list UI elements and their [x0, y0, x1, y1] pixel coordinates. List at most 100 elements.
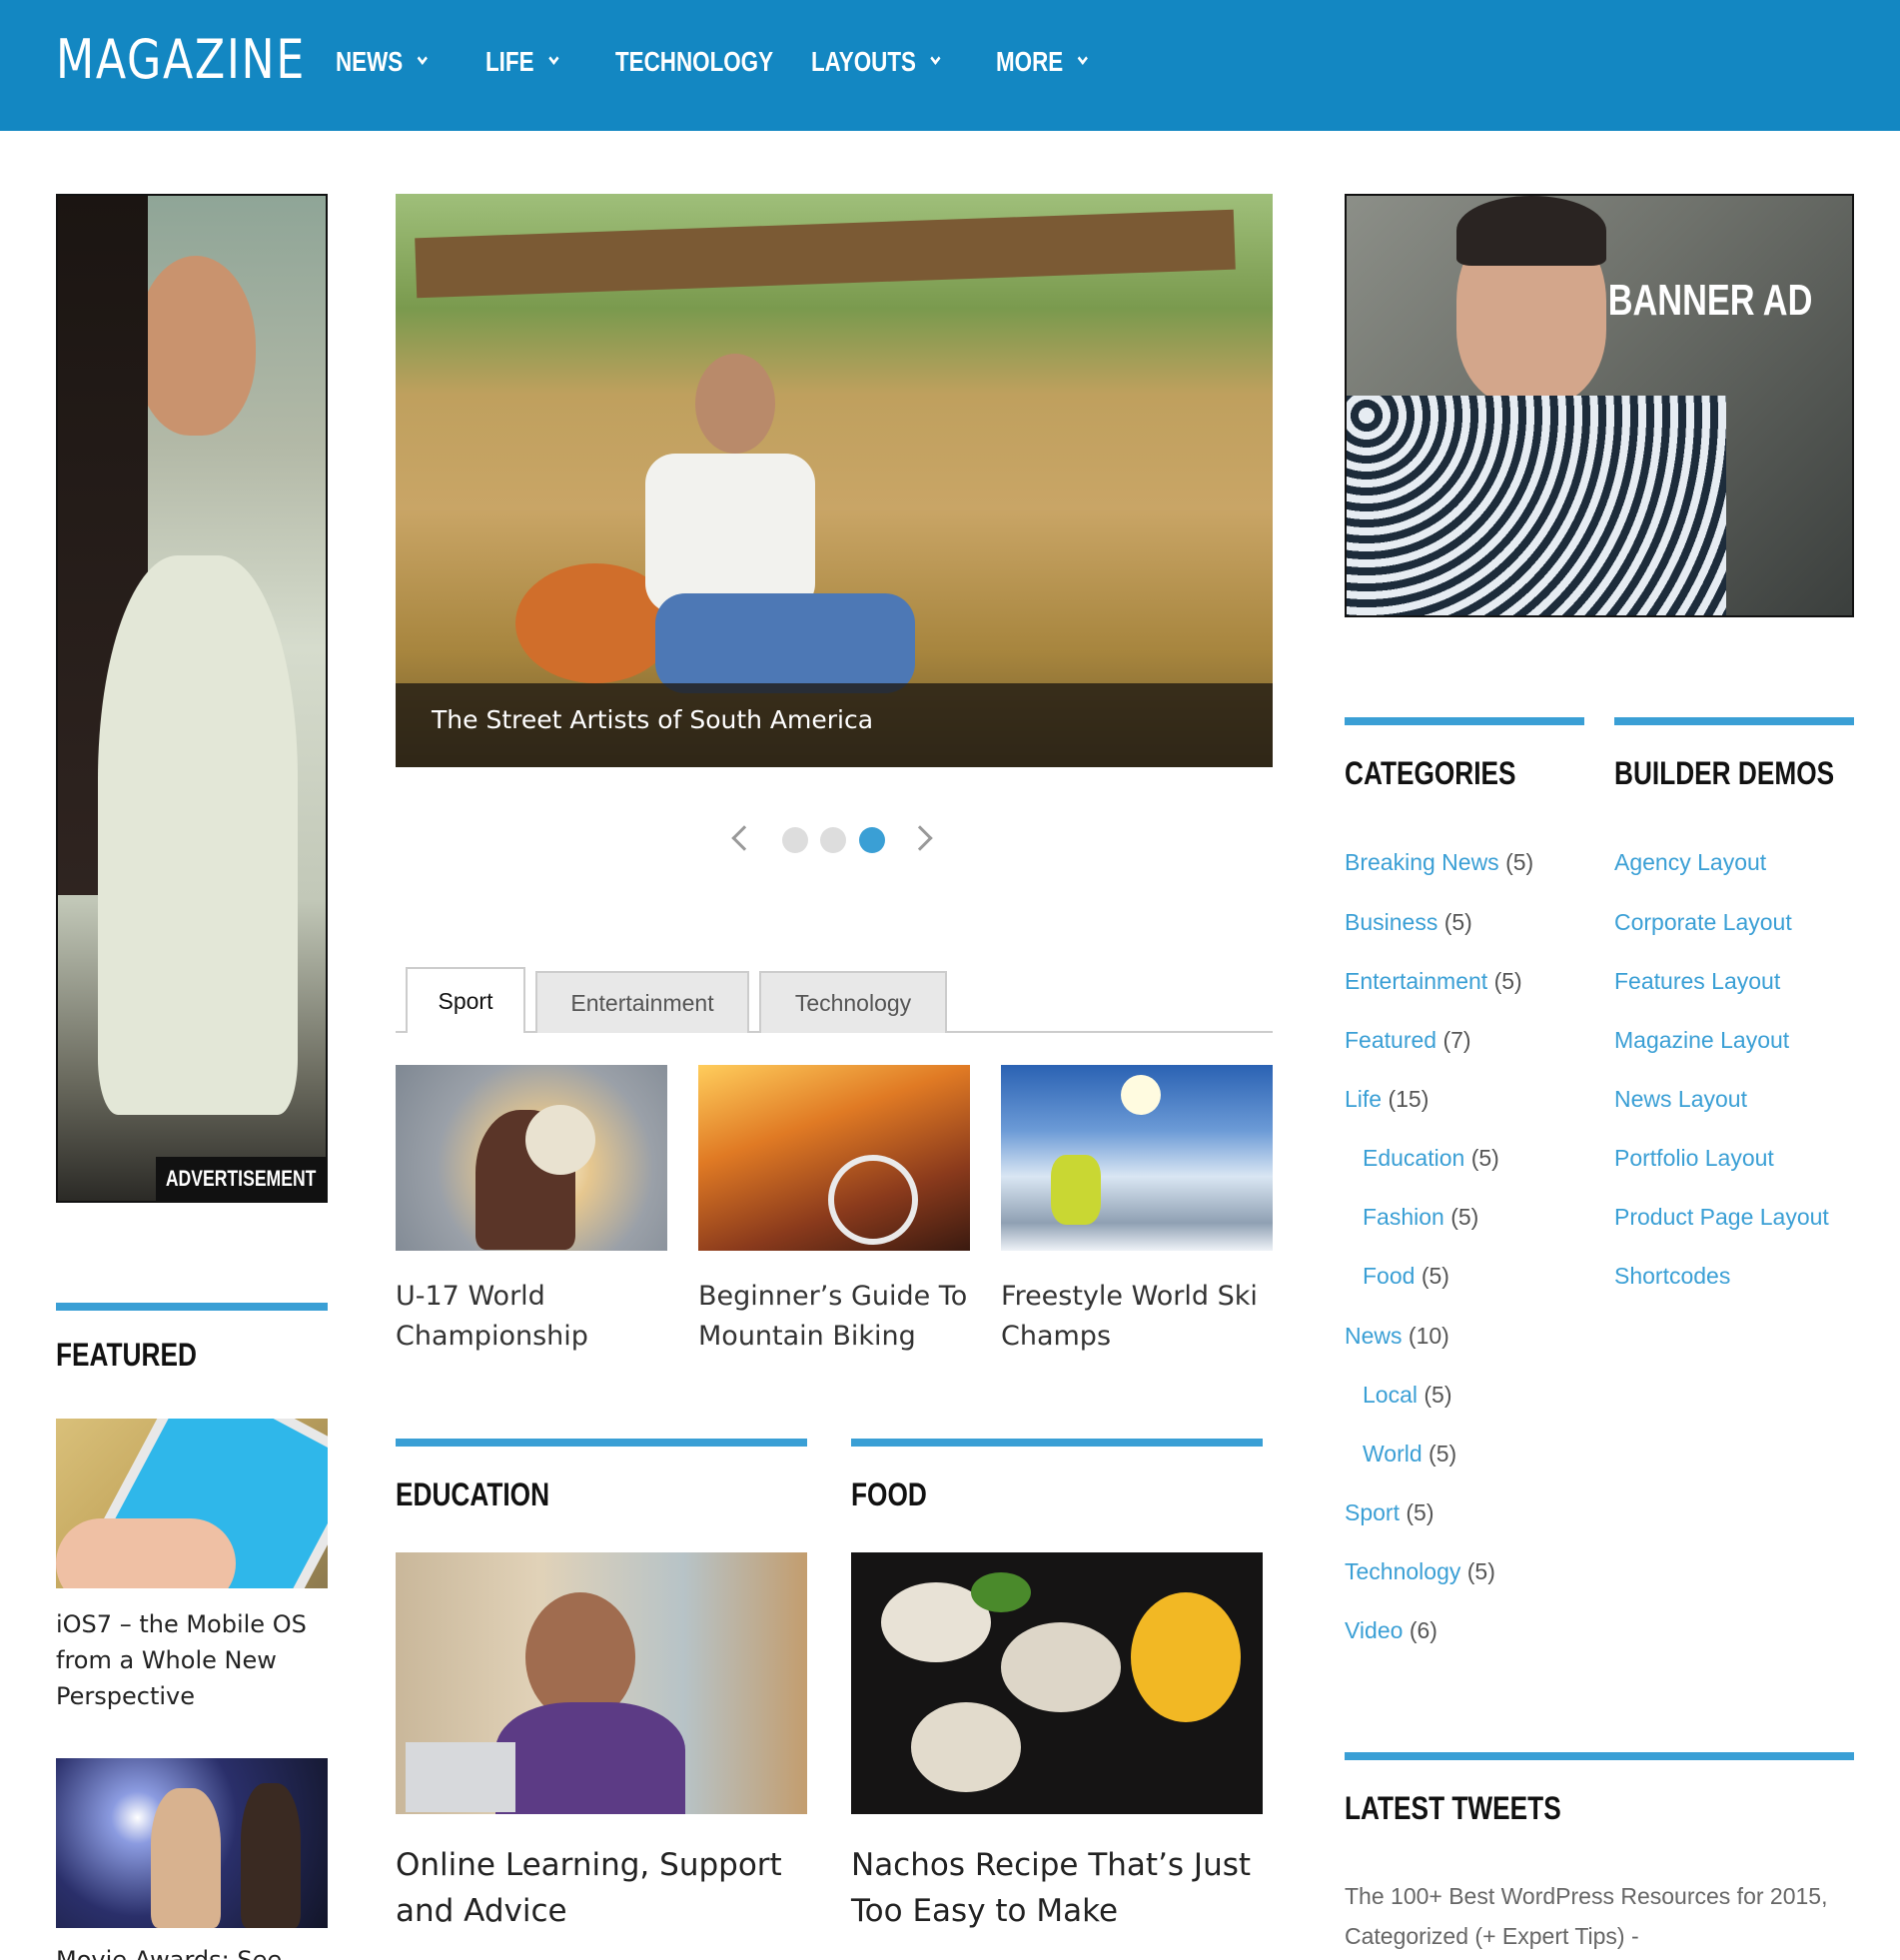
tab-technology[interactable]: Technology [759, 971, 947, 1033]
category-link[interactable]: Business [1345, 909, 1437, 935]
category-item: News (10) [1345, 1323, 1449, 1350]
category-count: (5) [1493, 968, 1522, 994]
tab-post-title[interactable]: U-17 World Championship [396, 1277, 667, 1357]
hero-slider[interactable]: The Street Artists of South America [396, 194, 1273, 767]
herb-graphic [971, 1572, 1031, 1612]
slider-dot-1[interactable] [782, 827, 808, 853]
category-count: (5) [1470, 1145, 1499, 1171]
category-link[interactable]: Video [1345, 1617, 1403, 1643]
categories-heading: CATEGORIES [1345, 755, 1516, 791]
nav-label: MORE [996, 46, 1064, 77]
lemon-graphic [1131, 1592, 1241, 1722]
builder-demo-link[interactable]: Magazine Layout [1614, 1027, 1789, 1054]
slide-caption-bar: The Street Artists of South America [396, 683, 1273, 767]
food-heading: FOOD [851, 1476, 927, 1512]
musician-head [695, 354, 775, 454]
site-logo[interactable]: MAGAZINE [56, 28, 306, 91]
category-count: (10) [1408, 1323, 1449, 1349]
nav-label: TECHNOLOGY [615, 46, 774, 77]
tab-entertainment[interactable]: Entertainment [535, 971, 749, 1033]
ball-graphic [525, 1105, 595, 1175]
builder-demo-link[interactable]: Product Page Layout [1614, 1204, 1829, 1231]
slider-next-arrow-icon[interactable] [907, 825, 933, 851]
tab-post-thumb-soccer[interactable] [396, 1065, 667, 1251]
featured-divider [56, 1303, 328, 1311]
chevron-down-icon [1077, 51, 1088, 65]
education-post-title[interactable]: Online Learning, Support and Advice [396, 1842, 807, 1934]
category-link[interactable]: Fashion [1363, 1204, 1444, 1230]
builder-demo-link[interactable]: News Layout [1614, 1086, 1747, 1113]
food-post-title[interactable]: Nachos Recipe That’s Just Too Easy to Ma… [851, 1842, 1263, 1934]
builder-demo-link[interactable]: Shortcodes [1614, 1263, 1730, 1290]
musician-shirt [645, 454, 815, 613]
category-count: (5) [1424, 1382, 1452, 1408]
category-link[interactable]: Education [1363, 1145, 1464, 1171]
category-link[interactable]: Local [1363, 1382, 1418, 1408]
education-post-image[interactable] [396, 1552, 807, 1814]
education-heading: EDUCATION [396, 1476, 550, 1512]
category-link[interactable]: World [1363, 1441, 1423, 1467]
category-link[interactable]: Life [1345, 1086, 1382, 1112]
musician-jeans [655, 593, 915, 693]
category-link[interactable]: Featured [1345, 1027, 1436, 1053]
tab-sport[interactable]: Sport [406, 967, 525, 1033]
category-link[interactable]: Food [1363, 1263, 1415, 1289]
category-item: Local (5) [1363, 1382, 1452, 1409]
tab-post-title[interactable]: Beginner’s Guide To Mountain Biking [698, 1277, 970, 1357]
featured-post-title[interactable]: Movie Awards: See ... [56, 1942, 328, 1960]
featured-thumb-movie-awards[interactable] [56, 1758, 328, 1928]
category-item: Breaking News (5) [1345, 849, 1533, 876]
banner-ad[interactable]: BANNER AD [1345, 194, 1854, 617]
builder-demo-link[interactable]: Portfolio Layout [1614, 1145, 1774, 1172]
nav-item-news[interactable]: NEWS [336, 46, 428, 78]
person-graphic [241, 1783, 301, 1928]
chevron-down-icon [930, 51, 941, 65]
category-count: (5) [1428, 1441, 1457, 1467]
featured-heading: FEATURED [56, 1337, 197, 1373]
slide-caption[interactable]: The Street Artists of South America [432, 705, 873, 734]
category-count: (5) [1421, 1263, 1449, 1289]
category-link[interactable]: News [1345, 1323, 1403, 1349]
advertisement-label: ADVERTISEMENT [156, 1157, 326, 1201]
featured-post-title[interactable]: iOS7 – the Mobile OS from a Whole New Pe… [56, 1606, 328, 1714]
nav-item-layouts[interactable]: LAYOUTS [811, 46, 941, 78]
builder-demo-link[interactable]: Agency Layout [1614, 849, 1766, 876]
category-count: (5) [1450, 1204, 1479, 1230]
tab-post-thumb-biking[interactable] [698, 1065, 970, 1251]
category-item: Education (5) [1363, 1145, 1499, 1172]
slider-prev-arrow-icon[interactable] [731, 825, 757, 851]
vertical-advertisement[interactable]: ADVERTISEMENT [56, 194, 328, 1203]
nav-item-more[interactable]: MORE [996, 46, 1088, 78]
category-item: Technology (5) [1345, 1558, 1495, 1585]
category-count: (15) [1388, 1086, 1429, 1112]
tweet-text[interactable]: The 100+ Best WordPress Resources for 20… [1345, 1876, 1854, 1956]
category-item: Business (5) [1345, 909, 1472, 936]
model-shirt-graphic [1347, 396, 1726, 615]
tab-post-thumb-ski[interactable] [1001, 1065, 1273, 1251]
category-item: World (5) [1363, 1441, 1456, 1468]
nav-item-life[interactable]: LIFE [485, 46, 559, 78]
builder-demos-heading: BUILDER DEMOS [1614, 755, 1835, 791]
category-link[interactable]: Breaking News [1345, 849, 1499, 875]
category-link[interactable]: Sport [1345, 1499, 1400, 1525]
category-item: Fashion (5) [1363, 1204, 1478, 1231]
ad-figure-face [136, 256, 256, 436]
nav-label: LIFE [485, 46, 534, 77]
clam-graphic [1001, 1622, 1121, 1712]
category-link[interactable]: Entertainment [1345, 968, 1487, 994]
category-link[interactable]: Technology [1345, 1558, 1460, 1584]
slider-dot-3[interactable] [859, 827, 885, 853]
slider-dot-2[interactable] [820, 827, 846, 853]
featured-thumb-ios7[interactable] [56, 1419, 328, 1588]
food-post-image[interactable] [851, 1552, 1263, 1814]
tab-post-title[interactable]: Freestyle World Ski Champs [1001, 1277, 1273, 1357]
bike-wheel-graphic [828, 1155, 918, 1245]
person-graphic [151, 1788, 221, 1928]
category-item: Featured (7) [1345, 1027, 1471, 1054]
education-divider [396, 1439, 807, 1447]
category-count: (7) [1442, 1027, 1471, 1053]
builder-demo-link[interactable]: Features Layout [1614, 968, 1780, 995]
hut-roof [415, 209, 1236, 299]
nav-item-technology[interactable]: TECHNOLOGY [615, 46, 773, 78]
builder-demo-link[interactable]: Corporate Layout [1614, 909, 1792, 936]
